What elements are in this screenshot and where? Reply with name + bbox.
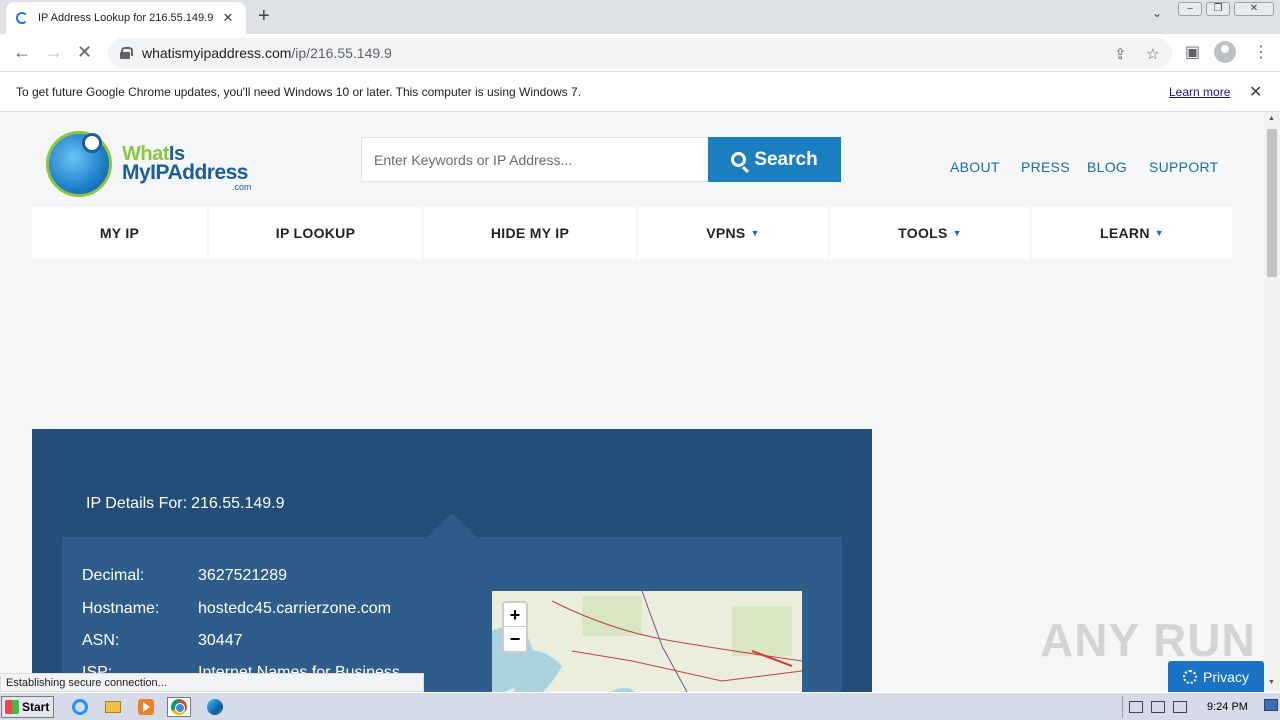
windows-logo-icon (5, 700, 19, 714)
search-icon (731, 152, 747, 167)
taskbar-edge[interactable] (203, 697, 227, 717)
gear-icon (1183, 669, 1198, 684)
window-close-button[interactable]: ✕ (1234, 2, 1274, 16)
search-button[interactable]: Search (708, 137, 841, 182)
window-controls: – ❐ ✕ (1178, 2, 1274, 16)
nav-tools[interactable]: TOOLS ▼ (830, 207, 1030, 259)
url-host: whatismyipaddress.com (142, 45, 292, 61)
ip-details-panel: IP Details For: 216.55.149.9 Decimal: 3627… (32, 429, 872, 692)
tab-strip: IP Address Lookup for 216.55.149.9 ✕ + ⌄… (0, 0, 1280, 34)
nav-ip-lookup[interactable]: IP LOOKUP (209, 207, 422, 259)
globe-icon (46, 131, 112, 197)
address-bar[interactable]: whatismyipaddress.com/ip/216.55.149.9 ⇪ … (108, 38, 1172, 68)
press-link[interactable]: PRESS (1021, 159, 1070, 175)
infobar-close-icon[interactable]: ✕ (1249, 82, 1262, 102)
logo-dotcom: .com (232, 182, 252, 192)
new-tab-button[interactable]: + (258, 6, 270, 26)
site-logo[interactable]: WhatIs MyIPAddress .com (46, 131, 266, 203)
search-button-label: Search (754, 148, 818, 170)
internet-explorer-icon (72, 699, 88, 715)
update-infobar: To get future Google Chrome updates, you… (0, 72, 1280, 112)
main-nav: MY IP IP LOOKUP HIDE MY IP VPNS ▼ TOOLS ▼ … (32, 207, 1232, 259)
infobar-message: To get future Google Chrome updates, you… (16, 85, 582, 99)
page-scrollbar[interactable]: ▲ ▼ (1264, 113, 1280, 692)
caret-down-icon: ▼ (750, 228, 760, 238)
network-icon[interactable] (1151, 701, 1165, 713)
side-panel-icon[interactable]: ▣ (1185, 42, 1200, 62)
detail-row: Hostname: hostedc45.carrierzone.com (82, 600, 391, 617)
nav-hide-my-ip[interactable]: HIDE MY IP (424, 207, 636, 259)
volume-icon[interactable] (1129, 701, 1143, 713)
scroll-down-icon[interactable]: ▼ (1268, 679, 1275, 686)
tab-close-icon[interactable]: ✕ (220, 10, 236, 26)
windows-taskbar: Start 9:24 PM (0, 692, 1280, 720)
action-center-flag-icon[interactable] (1173, 701, 1187, 713)
caret-down-icon: ▼ (1154, 228, 1164, 238)
stop-loading-icon[interactable]: ✕ (77, 42, 92, 62)
nav-vpns[interactable]: VPNS ▼ (638, 207, 828, 259)
bookmark-star-icon[interactable]: ☆ (1146, 45, 1159, 63)
lock-icon[interactable] (120, 47, 133, 59)
info-pin-icon (82, 133, 102, 153)
scrollbar-thumb[interactable] (1267, 129, 1277, 277)
system-tray: 9:24 PM (1122, 696, 1280, 718)
detail-row: ASN: 30447 (82, 632, 243, 649)
ip-details-body: Decimal: 3627521289 Hostname: hostedc45.ca… (62, 537, 842, 692)
edge-icon (207, 699, 223, 715)
loading-spinner-icon (16, 12, 28, 24)
restore-button[interactable]: ❐ (1206, 2, 1230, 16)
folder-icon (105, 701, 121, 713)
chrome-icon (171, 699, 187, 715)
map-zoom-controls: + − (502, 601, 528, 653)
tab-search-icon[interactable]: ⌄ (1152, 6, 1162, 20)
clock[interactable]: 9:24 PM (1207, 701, 1248, 713)
show-desktop-button[interactable] (1264, 699, 1278, 711)
search-input[interactable] (361, 137, 709, 182)
profile-avatar[interactable] (1214, 41, 1236, 63)
page-viewport: WhatIs MyIPAddress .com Search ABOUT PRE… (0, 113, 1264, 692)
about-link[interactable]: ABOUT (950, 159, 1000, 175)
panel-notch (427, 513, 477, 537)
scroll-up-icon[interactable]: ▲ (1268, 115, 1275, 122)
browser-toolbar: ← → ✕ whatismyipaddress.com/ip/216.55.14… (0, 34, 1280, 72)
anyrun-watermark: ANY RUN (1040, 614, 1256, 666)
taskbar-chrome[interactable] (167, 697, 191, 717)
forward-icon[interactable]: → (45, 42, 63, 62)
taskbar-media-player[interactable] (134, 697, 158, 717)
zoom-out-button[interactable]: − (504, 627, 526, 651)
ip-details-heading: IP Details For: 216.55.149.9 (86, 495, 285, 512)
url-path: /ip/216.55.149.9 (291, 45, 392, 61)
learn-more-link[interactable]: Learn more (1169, 85, 1230, 99)
privacy-label: Privacy (1203, 668, 1249, 685)
zoom-in-button[interactable]: + (504, 603, 526, 627)
nav-my-ip[interactable]: MY IP (32, 207, 207, 259)
caret-down-icon: ▼ (952, 228, 962, 238)
taskbar-ie[interactable] (68, 697, 92, 717)
blog-link[interactable]: BLOG (1087, 159, 1127, 175)
logo-text-line2: MyIPAddress (122, 161, 249, 184)
browser-menu-icon[interactable]: ⋮ (1253, 42, 1269, 62)
media-player-icon (138, 699, 154, 715)
tab-title: IP Address Lookup for 216.55.149.9 (38, 12, 214, 24)
taskbar-explorer[interactable] (101, 697, 125, 717)
nav-learn[interactable]: LEARN ▼ (1032, 207, 1232, 259)
location-map[interactable]: + − (492, 591, 802, 692)
start-button[interactable]: Start (1, 696, 54, 718)
minimize-button[interactable]: – (1178, 2, 1202, 16)
privacy-button[interactable]: Privacy (1168, 661, 1264, 692)
status-bubble: Establishing secure connection... (0, 673, 424, 692)
browser-tab[interactable]: IP Address Lookup for 216.55.149.9 ✕ (6, 2, 246, 34)
share-icon[interactable]: ⇪ (1114, 45, 1127, 63)
support-link[interactable]: SUPPORT (1149, 159, 1219, 175)
detail-row: Decimal: 3627521289 (82, 567, 287, 584)
back-icon[interactable]: ← (13, 42, 31, 62)
